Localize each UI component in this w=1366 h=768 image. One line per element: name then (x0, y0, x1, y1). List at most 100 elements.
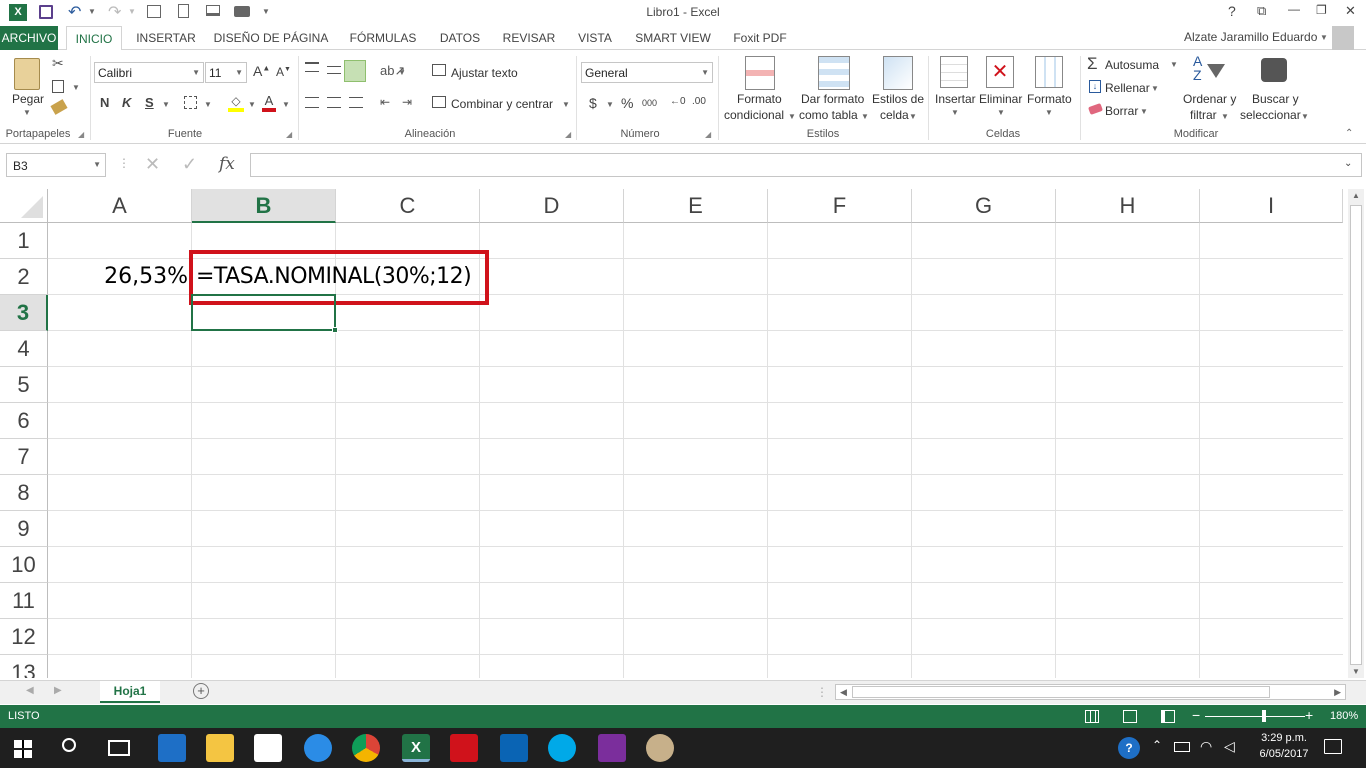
excel-logo-icon[interactable]: X (9, 4, 27, 21)
clear-dropdown-icon[interactable]: ▼ (1140, 107, 1148, 116)
next-sheet-icon[interactable]: ▶ (54, 685, 62, 696)
numero-dialog-launcher-icon[interactable]: ◢ (705, 130, 711, 139)
column-header-d[interactable]: D (480, 189, 624, 223)
align-center-icon[interactable] (327, 97, 341, 108)
column-header-i[interactable]: I (1200, 189, 1343, 223)
align-right-icon[interactable] (349, 97, 363, 108)
find-select-icon[interactable] (1261, 58, 1287, 82)
increase-font-icon[interactable]: A▲ (253, 63, 270, 79)
ribbon-display-options-button[interactable]: ⧉ (1257, 3, 1266, 19)
row-header-6[interactable]: 6 (0, 403, 48, 439)
cancel-entry-icon[interactable]: ✕ (145, 154, 160, 175)
onenote-icon[interactable] (598, 734, 626, 762)
cut-icon[interactable]: ✂ (52, 55, 64, 72)
clock-date[interactable]: 6/05/2017 (1250, 748, 1318, 760)
decrease-decimal-icon[interactable]: .00 (692, 96, 706, 107)
percent-button[interactable]: % (621, 95, 633, 111)
close-button[interactable]: ✕ (1345, 3, 1356, 19)
internet-explorer-icon[interactable] (304, 734, 332, 762)
volume-icon[interactable]: ◁ (1224, 738, 1235, 755)
currency-dropdown-icon[interactable]: ▼ (606, 100, 614, 109)
normal-view-icon[interactable] (1085, 710, 1099, 723)
font-color-icon[interactable]: A (262, 93, 276, 112)
search-icon[interactable] (62, 738, 76, 752)
avatar[interactable] (1332, 26, 1354, 50)
paste-dropdown-icon[interactable]: ▼ (23, 108, 31, 117)
insert-dropdown-icon[interactable]: ▼ (951, 108, 959, 117)
wrap-text-button[interactable]: Ajustar texto (451, 66, 518, 80)
form-icon[interactable] (147, 5, 161, 18)
format-painter-icon[interactable] (50, 99, 68, 115)
clear-icon[interactable] (1088, 103, 1103, 115)
horizontal-scrollbar-thumb[interactable] (852, 686, 1270, 698)
format-cells-icon[interactable] (1035, 56, 1063, 88)
autosum-dropdown-icon[interactable]: ▼ (1170, 60, 1178, 69)
conditional-format-icon[interactable] (745, 56, 775, 90)
insert-cells-icon[interactable] (940, 56, 968, 88)
help-tray-icon[interactable]: ? (1118, 737, 1140, 759)
user-name[interactable]: Alzate Jaramillo Eduardo (1184, 30, 1317, 44)
notifications-icon[interactable] (1324, 739, 1342, 754)
delete-dropdown-icon[interactable]: ▼ (997, 108, 1005, 117)
sort-filter-line2[interactable]: filtrar (1190, 108, 1217, 122)
minimize-button[interactable]: — (1288, 2, 1300, 16)
help-button[interactable]: ? (1228, 3, 1236, 19)
tab-inicio[interactable]: INICIO (66, 26, 122, 51)
clear-button[interactable]: Borrar (1105, 104, 1138, 118)
confirm-entry-icon[interactable]: ✓ (182, 154, 197, 175)
paste-icon[interactable] (14, 58, 40, 90)
row-header-12[interactable]: 12 (0, 619, 48, 655)
find-select-line1[interactable]: Buscar y (1252, 92, 1299, 106)
tab-archivo[interactable]: ARCHIVO (0, 26, 58, 50)
tab-datos[interactable]: DATOS (434, 26, 486, 50)
decrease-font-icon[interactable]: A▼ (276, 65, 291, 79)
copy-icon[interactable] (52, 80, 64, 93)
zoom-slider-thumb[interactable] (1262, 710, 1266, 722)
select-all-button[interactable] (0, 189, 48, 223)
add-sheet-icon[interactable]: + (193, 683, 209, 699)
orientation-dropdown-icon[interactable]: ▼ (398, 68, 406, 77)
app-red-icon[interactable] (450, 734, 478, 762)
fill-button[interactable]: Rellenar (1105, 81, 1150, 95)
find-select-dropdown-icon[interactable]: ▼ (1301, 112, 1309, 121)
store-icon[interactable] (254, 734, 282, 762)
merge-center-button[interactable]: Combinar y centrar (451, 97, 553, 111)
page-layout-view-icon[interactable] (1123, 710, 1137, 723)
portapapeles-dialog-launcher-icon[interactable]: ◢ (78, 130, 84, 139)
row-header-7[interactable]: 7 (0, 439, 48, 475)
column-header-h[interactable]: H (1056, 189, 1200, 223)
cell-styles-line1[interactable]: Estilos de (872, 92, 924, 106)
column-header-b[interactable]: B (192, 189, 336, 223)
sort-filter-line1[interactable]: Ordenar y (1183, 92, 1236, 106)
collapse-ribbon-icon[interactable]: ⌃ (1345, 128, 1353, 139)
column-header-f[interactable]: F (768, 189, 912, 223)
camera-icon[interactable] (234, 6, 250, 17)
cell-a2[interactable]: 26,53% (48, 259, 188, 294)
task-view-icon[interactable] (108, 740, 130, 756)
excel-taskbar-icon[interactable]: X (402, 734, 430, 762)
vertical-scrollbar[interactable]: ▲ ▼ (1348, 189, 1364, 678)
redo-dropdown-icon[interactable]: ▼ (128, 7, 136, 16)
fill-dropdown-icon[interactable]: ▼ (1151, 84, 1159, 93)
chrome-icon[interactable] (352, 734, 380, 762)
increase-decimal-icon[interactable]: ←0 (670, 96, 686, 107)
row-header-9[interactable]: 9 (0, 511, 48, 547)
row-header-11[interactable]: 11 (0, 583, 48, 619)
fill-color-icon[interactable]: ◇ (228, 94, 244, 112)
tab-insertar[interactable]: INSERTAR (130, 26, 202, 50)
page-break-view-icon[interactable] (1161, 710, 1175, 723)
fuente-dialog-launcher-icon[interactable]: ◢ (286, 130, 292, 139)
edge-icon[interactable] (158, 734, 186, 762)
fill-handle[interactable] (332, 327, 338, 333)
cell-styles-icon[interactable] (883, 56, 913, 90)
copy-dropdown-icon[interactable]: ▼ (72, 83, 80, 92)
row-header-3[interactable]: 3 (0, 295, 48, 331)
selected-cell-b3[interactable] (191, 294, 336, 331)
align-left-icon[interactable] (305, 97, 319, 108)
autosum-icon[interactable]: Σ (1087, 54, 1098, 74)
sort-filter-dropdown-icon[interactable]: ▼ (1221, 112, 1229, 121)
format-as-table-line2[interactable]: como tabla (799, 108, 858, 122)
row-header-13[interactable]: 13 (0, 655, 48, 678)
expand-formula-bar-icon[interactable]: ⌄ (1344, 158, 1352, 169)
tab-split-handle[interactable]: ⋮ (816, 685, 828, 699)
